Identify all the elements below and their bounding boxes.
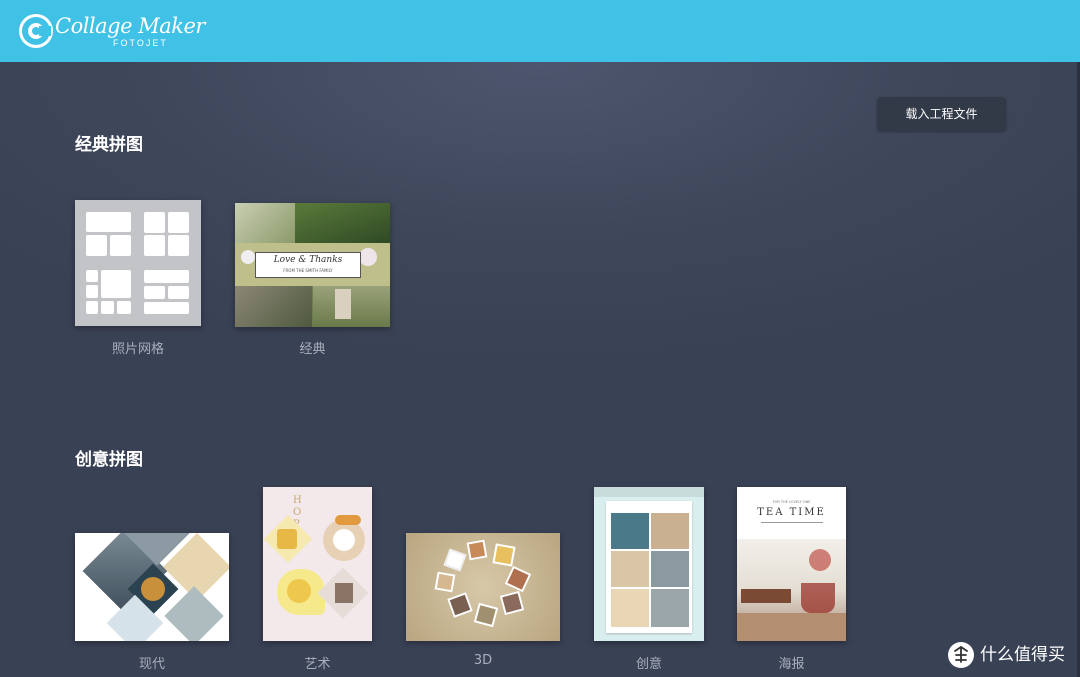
classic-thumbnail[interactable]: Love & Thanks FROM THE SMITH FAMILY [235, 203, 390, 327]
art-thumbnail[interactable]: HOPE [263, 487, 372, 641]
modern-label[interactable]: 现代 [75, 653, 229, 672]
watermark-text: 什么值得买 [980, 645, 1065, 665]
classic-section-title: 经典拼图 [75, 135, 143, 155]
photo-grid-label[interactable]: 照片网格 [75, 338, 201, 357]
creative-section-title: 创意拼图 [75, 450, 143, 470]
poster-kicker: FOR THE LOVELY ONE [772, 500, 811, 504]
poster-title: TEA TIME [757, 507, 826, 518]
creative-thumbnail[interactable] [594, 487, 704, 641]
load-project-button[interactable]: 载入工程文件 [877, 97, 1006, 131]
banner-subtitle: FROM THE SMITH FAMILY [283, 268, 333, 273]
banner-title: Love & Thanks [273, 255, 343, 265]
section-divider [0, 403, 1077, 404]
zhi-icon [948, 642, 974, 668]
creative-label[interactable]: 创意 [594, 653, 704, 672]
art-label[interactable]: 艺术 [263, 653, 372, 672]
classic-label[interactable]: 经典 [235, 338, 390, 357]
3d-label[interactable]: 3D [406, 653, 560, 668]
modern-thumbnail[interactable] [75, 533, 229, 641]
photo-grid-thumbnail[interactable] [75, 200, 201, 326]
logo-brand: FOTOJET [113, 38, 168, 48]
poster-thumbnail[interactable]: FOR THE LOVELY ONE TEA TIME [737, 487, 846, 641]
logo-name: Collage Maker [55, 14, 205, 38]
c-logo-icon[interactable] [19, 14, 53, 48]
top-bar: Collage Maker FOTOJET [0, 0, 1080, 62]
main-panel: 载入工程文件 经典拼图 照片网格 Love & Thanks FROM THE … [0, 62, 1080, 677]
poster-label[interactable]: 海报 [737, 653, 846, 672]
3d-thumbnail[interactable] [406, 533, 560, 641]
